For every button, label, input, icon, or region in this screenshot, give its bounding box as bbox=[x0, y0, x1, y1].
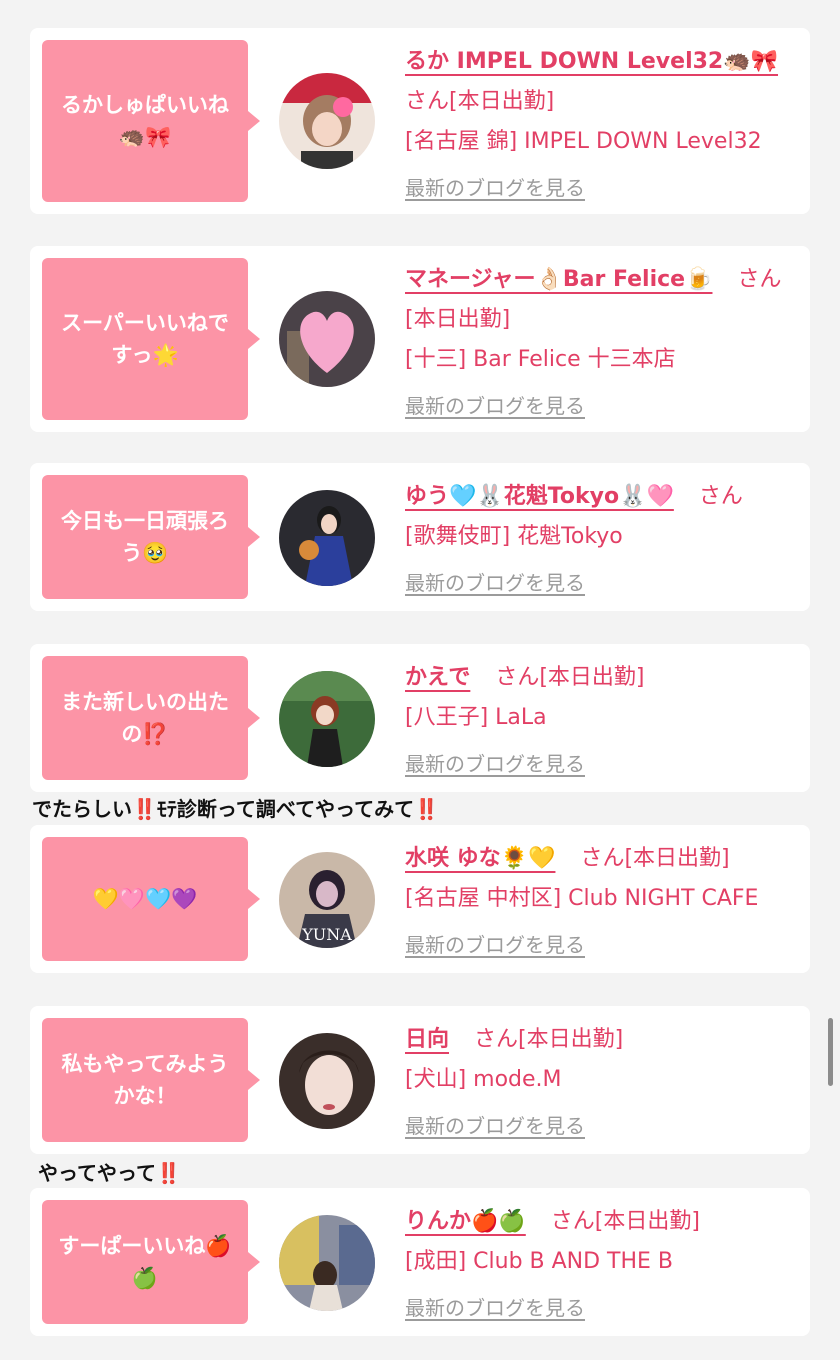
overlay-comment: やってやって‼️ bbox=[38, 1161, 181, 1185]
overlay-comment: でたらしい‼️ﾓﾃ診断って調べてやってみて‼️ bbox=[32, 797, 440, 821]
cast-name-link[interactable]: るか IMPEL DOWN Level32🦔🎀 bbox=[405, 49, 778, 74]
cast-info: りんか🍎🍏 さん[本日出勤] [成田] Club B AND THE B 最新の… bbox=[405, 1202, 796, 1329]
avatar-street-icon bbox=[279, 1215, 375, 1311]
cast-avatar[interactable] bbox=[279, 1215, 375, 1311]
like-message-bubble: すーぱーいいね🍎🍏 bbox=[42, 1200, 260, 1324]
cast-name-link[interactable]: マネージャー👌🏻Bar Felice🍺 bbox=[405, 267, 712, 292]
like-message-bubble: 今日も一日頑張ろう🥹 bbox=[42, 475, 260, 599]
like-card: スーパーいいねですっ🌟 マネージャー👌🏻Bar Felice🍺 さん[本日出勤]… bbox=[30, 246, 810, 432]
cast-info: かえで さん[本日出勤] [八王子] LaLa 最新のブログを見る bbox=[405, 658, 796, 785]
cast-name-link[interactable]: ゆう🩵🐰花魁Tokyo🐰🩷 bbox=[405, 484, 674, 509]
cast-avatar[interactable] bbox=[279, 291, 375, 387]
exclamation-icon: ‼️ bbox=[132, 797, 157, 821]
cast-name-link[interactable]: 水咲 ゆな🌻💛 bbox=[405, 846, 555, 871]
cast-info: るか IMPEL DOWN Level32🦔🎀 さん[本日出勤] [名古屋 錦]… bbox=[405, 42, 796, 209]
like-message-bubble: 💛🩷🩵💜 bbox=[42, 837, 260, 961]
like-card: 私もやってみようかな！ 日向 さん[本日出勤] [犬山] mode.M 最新のブ… bbox=[30, 1006, 810, 1154]
shop-name: [八王子] LaLa bbox=[405, 705, 547, 730]
exclamation-icon: ‼️ bbox=[414, 797, 440, 821]
shop-name: [十三] Bar Felice 十三本店 bbox=[405, 347, 676, 372]
like-message-bubble: スーパーいいねですっ🌟 bbox=[42, 258, 260, 420]
attendance-status: さん[本日出勤] bbox=[474, 1027, 624, 1052]
cast-info: ゆう🩵🐰花魁Tokyo🐰🩷 さん [歌舞伎町] 花魁Tokyo 最新のブログを見… bbox=[405, 477, 796, 604]
cast-avatar[interactable] bbox=[279, 1033, 375, 1129]
cast-info: 水咲 ゆな🌻💛 さん[本日出勤] [名古屋 中村区] Club NIGHT CA… bbox=[405, 839, 796, 966]
latest-blog-link[interactable]: 最新のブログを見る bbox=[405, 563, 585, 603]
shop-name: [成田] Club B AND THE B bbox=[405, 1249, 674, 1274]
cast-name-link[interactable]: かえで bbox=[405, 665, 470, 690]
avatar-photo-sticker-frame-icon bbox=[279, 73, 375, 169]
avatar-portrait-icon bbox=[279, 1033, 375, 1129]
latest-blog-link[interactable]: 最新のブログを見る bbox=[405, 386, 585, 426]
cast-avatar[interactable] bbox=[279, 73, 375, 169]
avatar-yuna-icon: YUNA bbox=[279, 852, 375, 948]
like-card: すーぱーいいね🍎🍏 りんか🍎🍏 さん[本日出勤] [成田] Club B AND… bbox=[30, 1188, 810, 1336]
attendance-status: さん[本日出勤] bbox=[580, 846, 730, 871]
attendance-status: さん[本日出勤] bbox=[405, 89, 555, 114]
shop-name: [犬山] mode.M bbox=[405, 1067, 562, 1092]
latest-blog-link[interactable]: 最新のブログを見る bbox=[405, 168, 585, 208]
attendance-status: さん[本日出勤] bbox=[495, 665, 645, 690]
scrollbar[interactable] bbox=[828, 1018, 833, 1086]
latest-blog-link[interactable]: 最新のブログを見る bbox=[405, 1288, 585, 1328]
cast-info: マネージャー👌🏻Bar Felice🍺 さん[本日出勤] [十三] Bar Fe… bbox=[405, 260, 796, 427]
shop-name: [名古屋 錦] IMPEL DOWN Level32 bbox=[405, 129, 762, 154]
avatar-heart-covered-icon bbox=[279, 291, 375, 387]
like-card: 💛🩷🩵💜 YUNA 水咲 ゆな🌻💛 さん[本日出勤] [名古屋 中村区] Clu… bbox=[30, 825, 810, 973]
like-feed: るかしゅぱいいね🦔🎀 るか IMPEL DOWN Level32🦔🎀 さん[本日… bbox=[0, 0, 840, 1360]
avatar-caption: YUNA bbox=[301, 925, 352, 944]
cast-name-link[interactable]: りんか🍎🍏 bbox=[405, 1209, 526, 1234]
cast-info: 日向 さん[本日出勤] [犬山] mode.M 最新のブログを見る bbox=[405, 1020, 796, 1147]
like-card: また新しいの出たの⁉️ かえで さん[本日出勤] [八王子] LaLa 最新のブ… bbox=[30, 644, 810, 792]
latest-blog-link[interactable]: 最新のブログを見る bbox=[405, 1106, 585, 1146]
like-card: 今日も一日頑張ろう🥹 ゆう🩵🐰花魁Tokyo🐰🩷 さん [歌舞伎町] 花魁Tok… bbox=[30, 463, 810, 611]
latest-blog-link[interactable]: 最新のブログを見る bbox=[405, 744, 585, 784]
avatar-garden-icon bbox=[279, 671, 375, 767]
cast-avatar[interactable]: YUNA bbox=[279, 852, 375, 948]
like-message-bubble: また新しいの出たの⁉️ bbox=[42, 656, 260, 780]
exclamation-icon: ‼️ bbox=[156, 1161, 181, 1185]
cast-name-link[interactable]: 日向 bbox=[405, 1027, 449, 1052]
like-message-bubble: 私もやってみようかな！ bbox=[42, 1018, 260, 1142]
cast-avatar[interactable] bbox=[279, 671, 375, 767]
like-message-bubble: るかしゅぱいいね🦔🎀 bbox=[42, 40, 260, 202]
shop-name: [名古屋 中村区] Club NIGHT CAFE bbox=[405, 886, 759, 911]
attendance-status: さん bbox=[698, 484, 743, 509]
cast-avatar[interactable] bbox=[279, 490, 375, 586]
like-card: るかしゅぱいいね🦔🎀 るか IMPEL DOWN Level32🦔🎀 さん[本日… bbox=[30, 28, 810, 214]
avatar-kimono-icon bbox=[279, 490, 375, 586]
attendance-status: さん[本日出勤] bbox=[550, 1209, 700, 1234]
latest-blog-link[interactable]: 最新のブログを見る bbox=[405, 925, 585, 965]
shop-name: [歌舞伎町] 花魁Tokyo bbox=[405, 524, 623, 549]
